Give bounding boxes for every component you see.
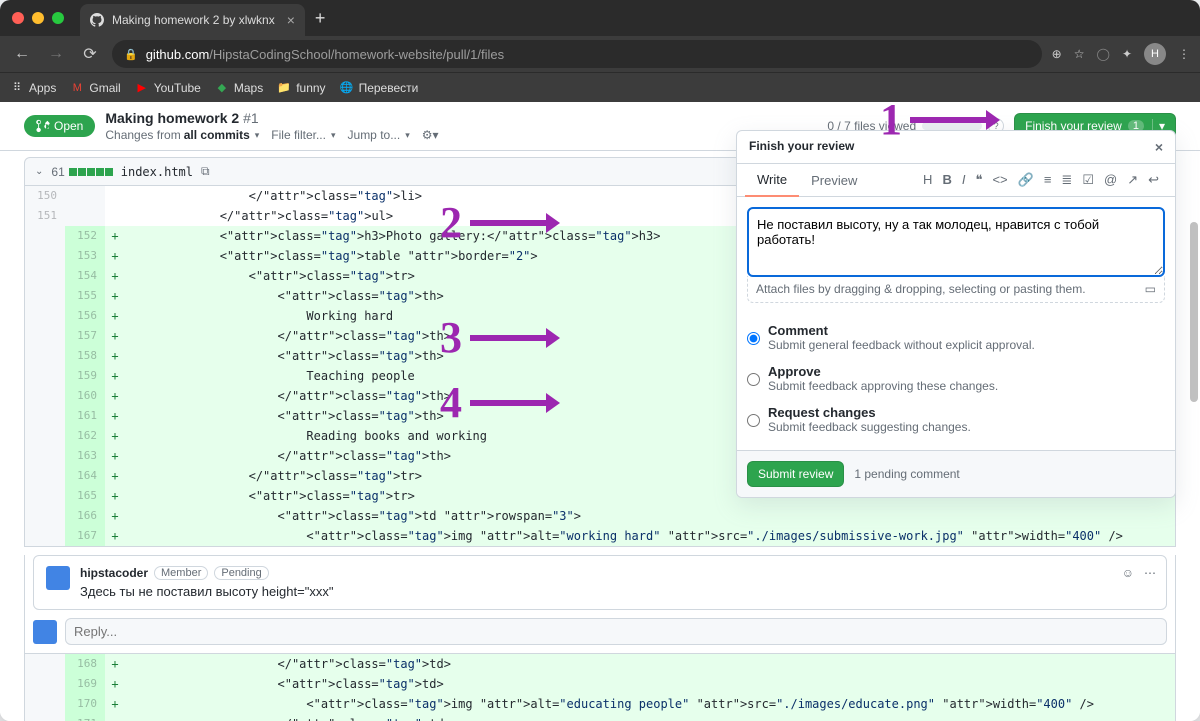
reply-avatar [33, 620, 57, 644]
star-icon[interactable]: ☆ [1074, 47, 1085, 61]
github-icon [90, 13, 104, 27]
diff-table-continued: 168+ </"attr">class="tag">td>169+ <"attr… [24, 654, 1176, 721]
changes-from-dropdown[interactable]: Changes from all commits [105, 128, 259, 142]
url-host: github.com [146, 47, 210, 62]
back-button[interactable]: ← [10, 45, 34, 63]
review-comment-block: hipstacoder Member Pending Здесь ты не п… [24, 555, 1176, 654]
address-bar[interactable]: 🔒 github.com/HipstaCodingSchool/homework… [112, 40, 1042, 68]
scrollbar[interactable] [1190, 222, 1198, 402]
jump-to-dropdown[interactable]: Jump to... [348, 128, 410, 142]
extensions-icon[interactable]: ✦ [1122, 47, 1132, 61]
diff-line[interactable]: 168+ </"attr">class="tag">td> [25, 654, 1175, 674]
review-radio[interactable] [747, 366, 760, 393]
diff-settings-icon[interactable]: ⚙▾ [422, 128, 439, 142]
close-popup-icon[interactable]: × [1155, 139, 1163, 155]
profile-avatar[interactable]: H [1144, 43, 1166, 65]
bookmarks-bar: ⠿Apps MGmail ▶YouTube ◆Maps 📁funny 🌐Перевести [0, 72, 1200, 102]
window-titlebar: Making homework 2 by xlwknx × + [0, 0, 1200, 36]
copy-path-icon[interactable]: ⧉ [201, 164, 210, 179]
search-icon[interactable]: ⊕ [1052, 47, 1062, 61]
diff-stat: 61 [51, 165, 112, 179]
browser-tab[interactable]: Making homework 2 by xlwknx × [80, 4, 305, 36]
diff-line[interactable]: 166+ <"attr">class="tag">td "attr">rowsp… [25, 506, 1175, 526]
reply-input[interactable] [65, 618, 1167, 645]
bookmark-item[interactable]: 📁funny [277, 81, 325, 95]
lock-icon: 🔒 [124, 48, 138, 61]
bookmark-item[interactable]: ◆Maps [215, 81, 263, 95]
page-content: Open Making homework 2 #1 Changes from a… [0, 102, 1200, 721]
review-option[interactable]: ApproveSubmit feedback approving these c… [747, 358, 1165, 399]
code-icon[interactable]: <> [992, 172, 1007, 188]
review-option[interactable]: CommentSubmit general feedback without e… [747, 317, 1165, 358]
italic-icon[interactable]: I [962, 172, 966, 188]
review-options: CommentSubmit general feedback without e… [737, 313, 1175, 450]
git-pull-request-icon [36, 119, 50, 133]
mention-icon[interactable]: @ [1104, 172, 1117, 188]
review-popup: Finish your review × Write Preview H B I… [736, 130, 1176, 498]
review-option[interactable]: Request changesSubmit feedback suggestin… [747, 399, 1165, 440]
comment-menu-icon[interactable]: ⋯ [1144, 566, 1156, 580]
review-radio[interactable] [747, 407, 760, 434]
pr-title: Making homework 2 #1 [105, 110, 817, 126]
bookmark-item[interactable]: MGmail [70, 81, 120, 95]
submit-review-button[interactable]: Submit review [747, 461, 844, 487]
markdown-help-icon[interactable]: ▭ [1145, 282, 1156, 296]
close-window-button[interactable] [12, 12, 24, 24]
heading-icon[interactable]: H [923, 172, 932, 188]
bold-icon[interactable]: B [942, 172, 951, 188]
reply-icon[interactable]: ↩ [1148, 172, 1159, 188]
diff-line[interactable]: 171+ </"attr">class="tag">td> [25, 714, 1175, 721]
tab-close-icon[interactable]: × [287, 12, 295, 28]
diff-line[interactable]: 170+ <"attr">class="tag">img "attr">alt=… [25, 694, 1175, 714]
account-icon[interactable]: ◯ [1097, 47, 1110, 61]
pr-state-badge: Open [24, 115, 95, 137]
popup-title: Finish your review [749, 139, 854, 155]
progress-bar [922, 122, 982, 130]
review-comment: hipstacoder Member Pending Здесь ты не п… [33, 555, 1167, 610]
link-icon[interactable]: 🔗 [1018, 172, 1034, 188]
review-textarea[interactable] [747, 207, 1165, 277]
number-list-icon[interactable]: ≣ [1061, 172, 1072, 188]
quote-icon[interactable]: ❝ [975, 172, 982, 188]
diff-line[interactable]: 169+ <"attr">class="tag">td> [25, 674, 1175, 694]
file-name[interactable]: index.html [121, 165, 193, 179]
minimize-window-button[interactable] [32, 12, 44, 24]
bookmark-item[interactable]: 🌐Перевести [340, 81, 419, 95]
reload-button[interactable]: ⟳ [78, 44, 102, 64]
cross-ref-icon[interactable]: ↗ [1127, 172, 1138, 188]
comment-avatar[interactable] [46, 566, 70, 590]
pending-badge: Pending [214, 566, 268, 580]
attach-files-hint[interactable]: Attach files by dragging & dropping, sel… [747, 276, 1165, 303]
pending-comments: 1 pending comment [854, 467, 959, 481]
comment-body: Здесь ты не поставил высоту height="xxx" [80, 584, 1154, 599]
markdown-toolbar: H B I ❝ <> 🔗 ≡ ≣ ☑ @ ↗ ↩ [923, 172, 1167, 188]
pr-number: #1 [243, 110, 259, 126]
menu-icon[interactable]: ⋮ [1178, 47, 1190, 61]
browser-toolbar: ← → ⟳ 🔒 github.com/HipstaCodingSchool/ho… [0, 36, 1200, 72]
bookmark-item[interactable]: ▶YouTube [135, 81, 201, 95]
bookmark-item[interactable]: ⠿Apps [10, 81, 56, 95]
diff-line[interactable]: 167+ <"attr">class="tag">img "attr">alt=… [25, 526, 1175, 546]
emoji-react-icon[interactable]: ☺ [1122, 566, 1134, 580]
member-badge: Member [154, 566, 208, 580]
comment-author[interactable]: hipstacoder [80, 566, 148, 580]
tab-title: Making homework 2 by xlwknx [112, 13, 275, 27]
write-tab[interactable]: Write [745, 164, 799, 197]
task-list-icon[interactable]: ☑ [1082, 172, 1094, 188]
maximize-window-button[interactable] [52, 12, 64, 24]
file-filter-dropdown[interactable]: File filter... [271, 128, 335, 142]
bullet-list-icon[interactable]: ≡ [1044, 172, 1052, 188]
collapse-file-icon[interactable]: ⌄ [35, 166, 43, 177]
new-tab-button[interactable]: + [315, 8, 326, 29]
url-path: /HipstaCodingSchool/homework-website/pul… [209, 47, 504, 62]
preview-tab[interactable]: Preview [799, 165, 869, 196]
forward-button[interactable]: → [44, 45, 68, 63]
review-radio[interactable] [747, 325, 760, 352]
